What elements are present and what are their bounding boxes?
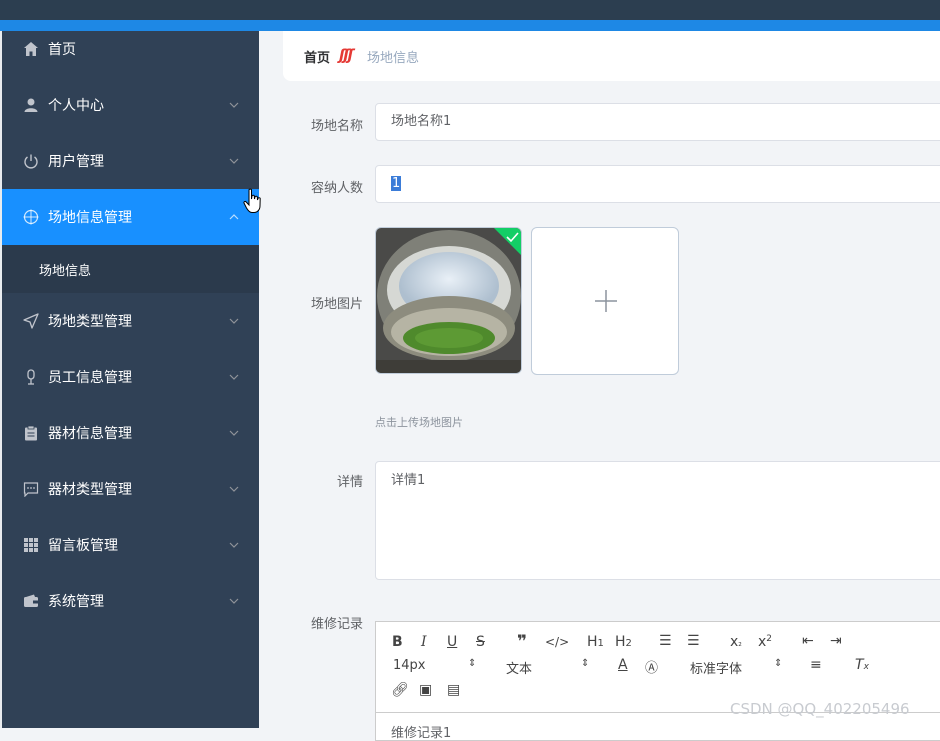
chevron-down-icon	[229, 318, 239, 324]
font-size-arrows-icon[interactable]: ⇕	[468, 658, 476, 669]
sidebar: 首页 个人中心 用户管理 场地信息管理 场地信息 场地类型管理 员工信息管理 器…	[2, 31, 259, 728]
sidebar-item-label: 系统管理	[48, 594, 104, 610]
upload-hint: 点击上传场地图片	[375, 416, 463, 429]
chevron-up-icon	[229, 214, 239, 220]
sidebar-item-equipment-types[interactable]: 器材类型管理	[2, 461, 259, 517]
breadcrumb-separator: ʃʃʃ	[339, 46, 354, 64]
bullet-list-icon[interactable]: ☰	[687, 633, 700, 649]
font-family-arrows-icon[interactable]: ⇕	[774, 658, 782, 669]
font-family-select[interactable]: 标准字体	[690, 658, 742, 677]
capacity-value: 1	[391, 176, 402, 191]
chevron-down-icon	[229, 374, 239, 380]
wallet-icon	[22, 592, 40, 610]
chevron-down-icon	[229, 430, 239, 436]
upload-image-button[interactable]	[531, 227, 679, 375]
chat-icon	[22, 480, 40, 498]
clear-format-icon[interactable]: Tx	[855, 657, 869, 673]
font-size-select[interactable]: 14px	[393, 658, 426, 673]
align-left-icon[interactable]: ≡	[810, 657, 822, 673]
ordered-list-icon[interactable]: ☰	[659, 633, 672, 649]
home-icon	[22, 40, 40, 58]
hand-cursor-icon	[243, 188, 261, 213]
sidebar-item-users[interactable]: 用户管理	[2, 133, 259, 189]
indent-icon[interactable]: ⇥	[830, 633, 842, 649]
superscript-icon[interactable]: x2	[758, 634, 772, 650]
sidebar-item-venue-info[interactable]: 场地信息管理	[2, 189, 259, 245]
grid-icon	[22, 536, 40, 554]
power-icon	[22, 152, 40, 170]
compass-icon	[22, 208, 40, 226]
background-color-icon[interactable]: Ⓐ	[645, 657, 658, 676]
venue-name-value: 场地名称1	[391, 114, 452, 129]
plus-icon	[595, 290, 617, 312]
subscript-icon[interactable]: x₂	[730, 634, 742, 650]
paragraph-select[interactable]: 文本	[506, 658, 532, 677]
stadium-image	[376, 228, 521, 373]
venue-name-label: 场地名称	[310, 119, 363, 134]
sidebar-item-equipment[interactable]: 器材信息管理	[2, 405, 259, 461]
paragraph-arrows-icon[interactable]: ⇕	[581, 658, 589, 669]
code-block-icon[interactable]: </>	[545, 635, 569, 649]
sidebar-item-profile[interactable]: 个人中心	[2, 77, 259, 133]
chevron-down-icon	[229, 598, 239, 604]
chevron-down-icon	[229, 158, 239, 164]
sidebar-item-label: 场地类型管理	[48, 314, 132, 330]
detail-textarea[interactable]: 详情1	[375, 461, 940, 580]
sidebar-item-label: 留言板管理	[48, 538, 118, 554]
video-icon[interactable]: ▤	[447, 682, 460, 698]
sidebar-item-label: 器材信息管理	[48, 426, 132, 442]
detail-label: 详情	[336, 475, 363, 490]
chevron-down-icon	[229, 102, 239, 108]
chevron-down-icon	[229, 486, 239, 492]
capacity-label: 容纳人数	[310, 181, 363, 196]
venue-image-label: 场地图片	[310, 297, 363, 312]
blockquote-icon[interactable]: ❞	[517, 632, 527, 652]
venue-image-thumbnail[interactable]	[375, 227, 522, 374]
heading-2-icon[interactable]: H2	[615, 634, 632, 650]
top-header-bar	[0, 0, 940, 20]
venue-name-input[interactable]: 场地名称1	[375, 103, 940, 141]
outdent-icon[interactable]: ⇤	[802, 633, 814, 649]
user-icon	[22, 96, 40, 114]
italic-icon[interactable]: I	[421, 634, 427, 650]
sidebar-item-label: 员工信息管理	[48, 370, 132, 386]
sidebar-item-home[interactable]: 首页	[2, 21, 259, 77]
sidebar-item-staff[interactable]: 员工信息管理	[2, 349, 259, 405]
sidebar-item-message-board[interactable]: 留言板管理	[2, 517, 259, 573]
sidebar-item-venue-types[interactable]: 场地类型管理	[2, 293, 259, 349]
microphone-icon	[22, 368, 40, 386]
maintenance-value: 维修记录1	[391, 726, 452, 741]
sidebar-item-system[interactable]: 系统管理	[2, 573, 259, 629]
chevron-down-icon	[229, 542, 239, 548]
send-icon	[22, 312, 40, 330]
sidebar-item-label: 场地信息管理	[48, 210, 132, 226]
capacity-input[interactable]: 1	[375, 165, 940, 203]
detail-value: 详情1	[391, 473, 426, 488]
sidebar-item-label: 首页	[48, 42, 76, 58]
sidebar-item-label: 器材类型管理	[48, 482, 132, 498]
link-icon[interactable]: 🔗︎	[391, 682, 409, 698]
underline-icon[interactable]: U	[447, 634, 457, 650]
breadcrumb-current: 场地信息	[367, 51, 420, 66]
sidebar-item-label: 个人中心	[48, 98, 104, 114]
heading-1-icon[interactable]: H1	[587, 634, 604, 650]
bold-icon[interactable]: B	[392, 634, 403, 650]
maintenance-rich-editor[interactable]: B I U S ❞ </> H1 H2 ☰ ☰ x₂ x2 ⇤ ⇥ 14px ⇕…	[375, 621, 940, 741]
sidebar-subitem-venue-info[interactable]: 场地信息	[2, 245, 259, 293]
strikethrough-icon[interactable]: S	[476, 634, 485, 650]
maintenance-label: 维修记录	[310, 617, 363, 632]
clipboard-icon	[22, 424, 40, 442]
image-icon[interactable]: ▣	[419, 682, 432, 698]
watermark: CSDN @QQ_402205496	[730, 700, 910, 718]
sidebar-subitem-label: 场地信息	[39, 263, 92, 279]
sidebar-item-label: 用户管理	[48, 154, 104, 170]
font-color-icon[interactable]: A	[618, 657, 628, 673]
breadcrumb-home[interactable]: 首页	[304, 47, 330, 66]
